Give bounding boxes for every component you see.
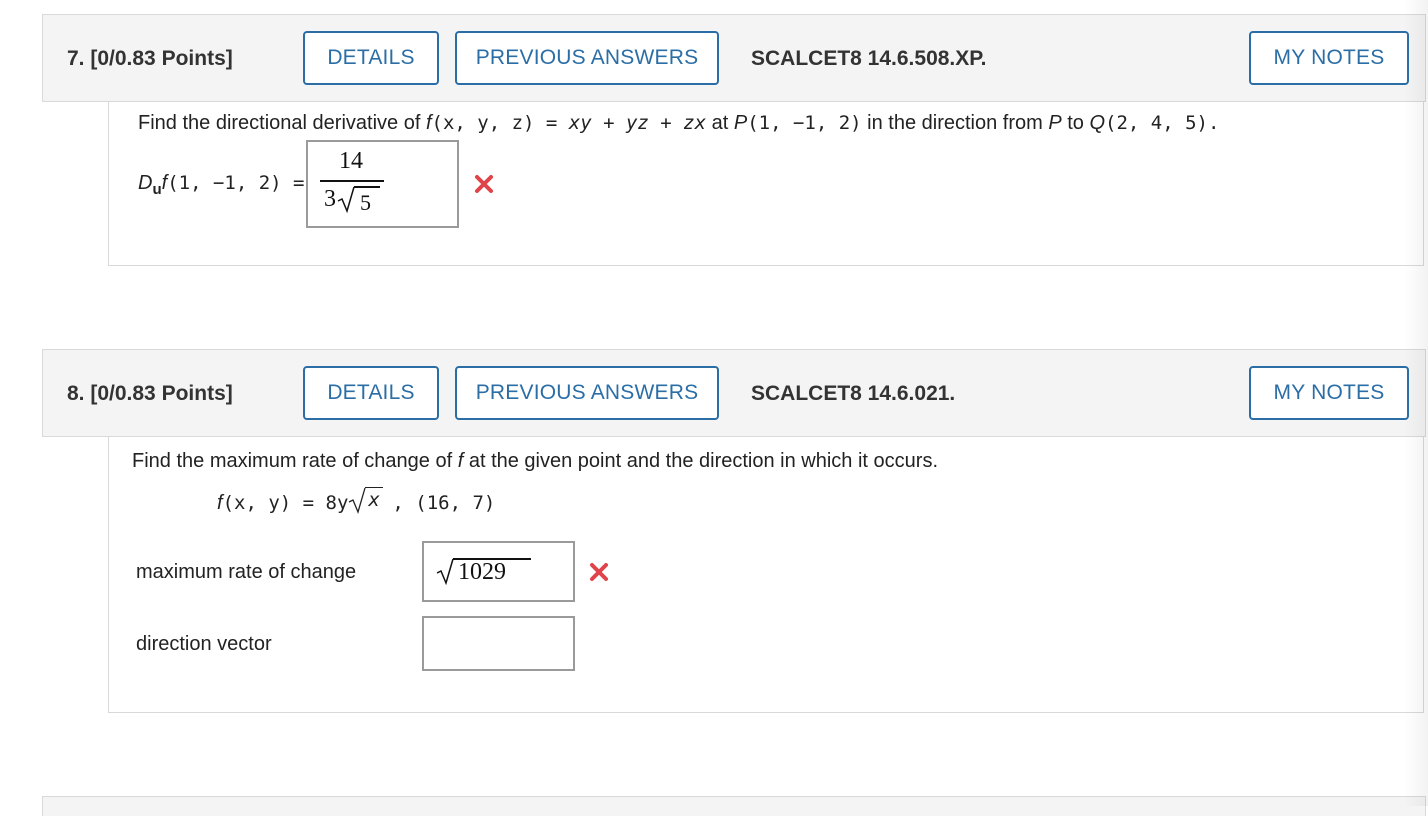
q7-answer-denominator-coefficient: 3 (324, 186, 336, 212)
q8-header: 8. [0/0.83 Points] DETAILS PREVIOUS ANSW… (42, 349, 1426, 437)
q7-answer-field[interactable]: 14 3 5 (306, 140, 459, 228)
q8-my-notes-button[interactable]: MY NOTES (1249, 366, 1409, 420)
q8-prompt: Find the maximum rate of change of f at … (132, 450, 938, 472)
q8-direction-label: direction vector (136, 633, 272, 655)
q8-body: Find the maximum rate of change of f at … (108, 437, 1424, 713)
radical-icon (436, 558, 454, 586)
q7-incorrect-x-mark-icon (475, 175, 493, 193)
q8-max-rate-label: maximum rate of change (136, 561, 357, 583)
q7-source: SCALCET8 14.6.508.XP. (751, 47, 987, 70)
q8-direction-field[interactable] (422, 616, 575, 671)
q7-header: 7. [0/0.83 Points] DETAILS PREVIOUS ANSW… (42, 14, 1426, 102)
q8-incorrect-x-mark-icon (590, 563, 608, 581)
q7-previous-answers-button[interactable]: PREVIOUS ANSWERS (455, 31, 719, 85)
q7-details-button[interactable]: DETAILS (303, 31, 439, 85)
radical-icon (337, 186, 355, 214)
q7-my-notes-button[interactable]: MY NOTES (1249, 31, 1409, 85)
scroll-edge-shadow (1404, 0, 1428, 806)
q8-details-button[interactable]: DETAILS (303, 366, 439, 420)
q7-title: 7. [0/0.83 Points] (67, 47, 233, 70)
q7-prompt: Find the directional derivative of f(x, … (138, 112, 1220, 134)
radical-icon (349, 487, 367, 514)
q8-max-rate-field[interactable]: 1029 (422, 541, 575, 602)
q7-radical-bar (354, 186, 380, 188)
q7-answer-numerator: 14 (339, 148, 363, 174)
q8-previous-answers-button[interactable]: PREVIOUS ANSWERS (455, 366, 719, 420)
q7-body: Find the directional derivative of f(x, … (108, 102, 1424, 266)
q8-source: SCALCET8 14.6.021. (751, 382, 956, 405)
q9-header-partial (42, 796, 1426, 816)
q8-max-rate-value: 1029 (458, 559, 506, 585)
q8-function-radical: x (348, 487, 392, 514)
q7-answer-label: Duf(1, −1, 2) = (138, 172, 305, 198)
q8-function: f(x, y) = 8y x, (16, 7) (217, 487, 496, 514)
q7-fraction-bar (320, 180, 384, 182)
q8-title: 8. [0/0.83 Points] (67, 382, 233, 405)
q7-answer-radicand: 5 (360, 190, 371, 215)
